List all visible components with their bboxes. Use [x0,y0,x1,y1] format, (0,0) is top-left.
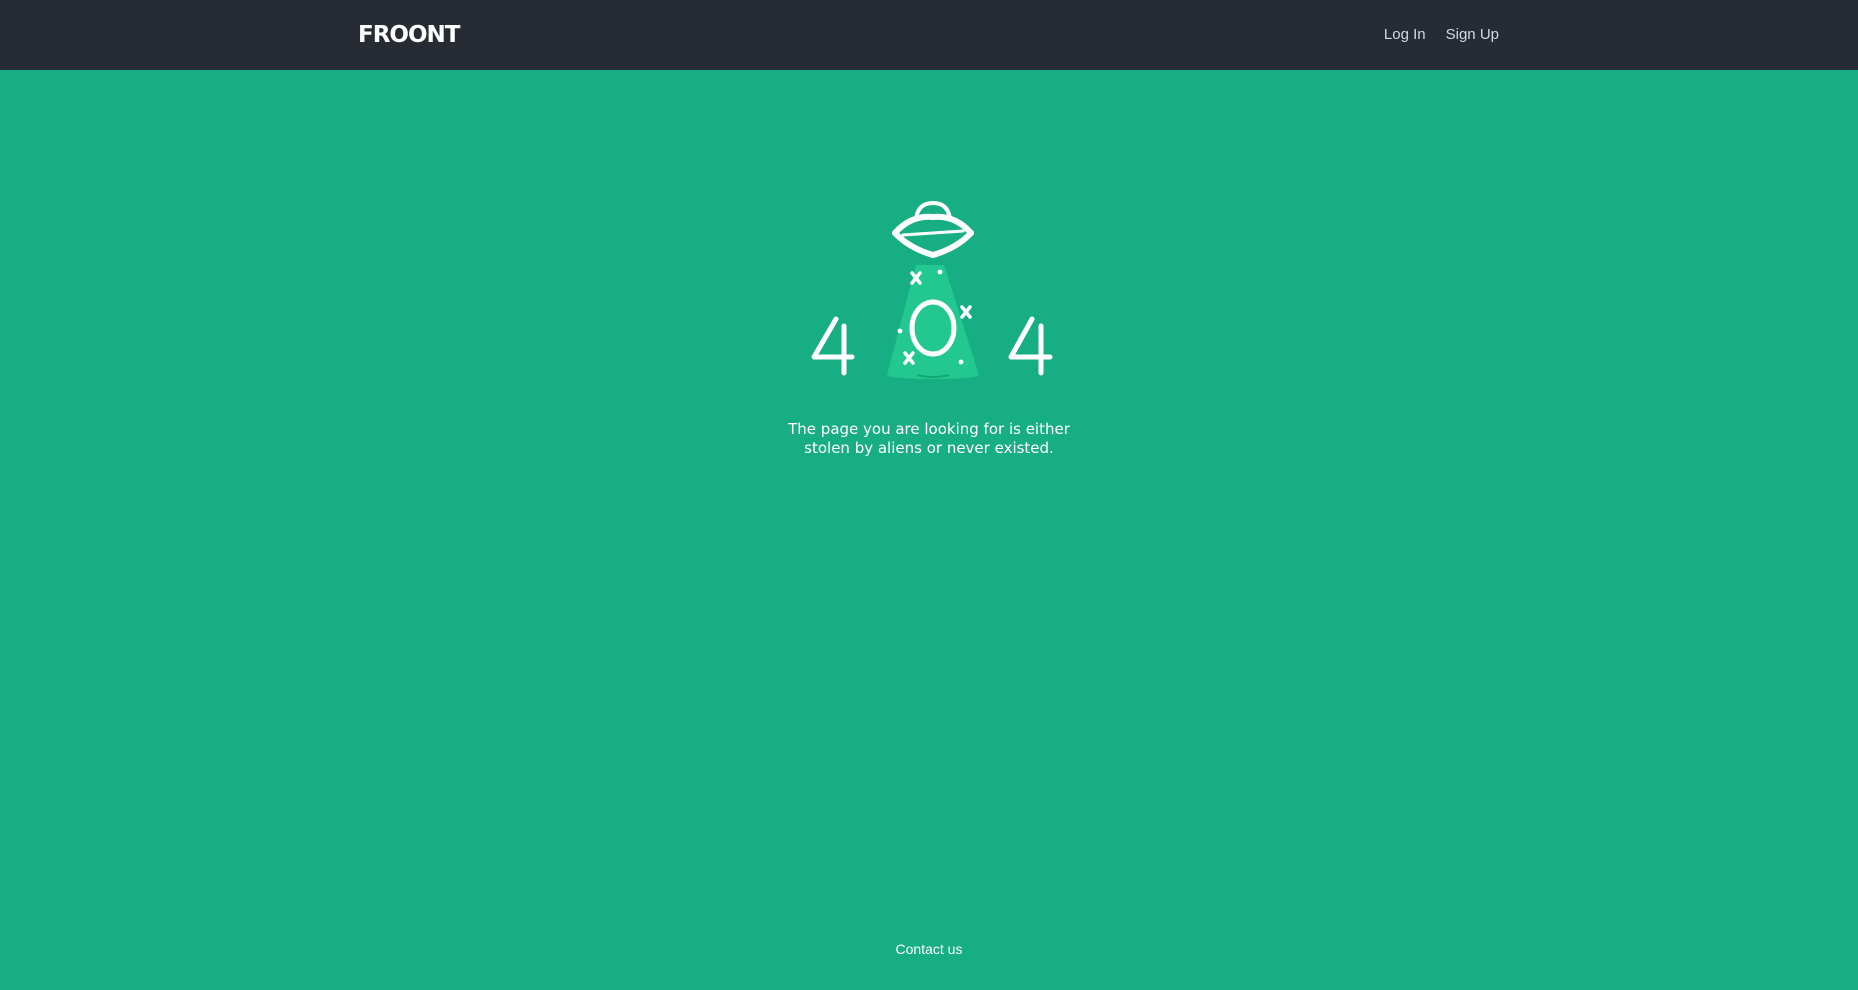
top-navigation-bar: FROONT Log In Sign Up [0,0,1858,70]
error-digit-4-right [1008,316,1053,376]
signup-link[interactable]: Sign Up [1446,26,1499,44]
auth-navigation: Log In Sign Up [1384,26,1499,44]
error-message-line-1: The page you are looking for is either [788,420,1070,438]
contact-us-link[interactable]: Contact us [829,941,1029,958]
error-message: The page you are looking for is either s… [729,420,1129,458]
error-message-line-2: stolen by aliens or never existed. [804,439,1054,457]
tractor-beam [887,265,979,375]
ufo-icon [892,201,974,258]
error-page: FROONT Log In Sign Up The page you are l… [0,0,1858,990]
error-digit-4-left [811,316,855,376]
froont-logo[interactable]: FROONT [358,22,460,48]
login-link[interactable]: Log In [1384,26,1426,44]
404-illustration [811,201,1053,379]
